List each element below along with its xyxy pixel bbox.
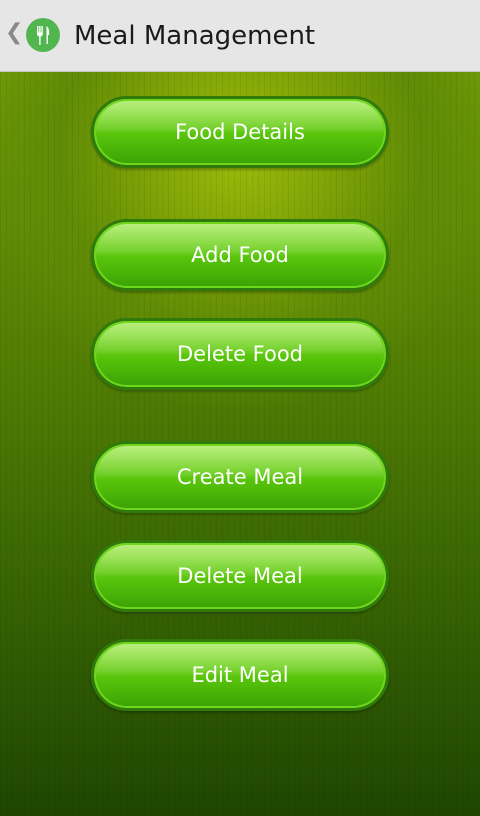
- create-meal-button[interactable]: Create Meal: [91, 441, 389, 513]
- cutlery-icon[interactable]: [26, 18, 60, 52]
- page-title: Meal Management: [74, 21, 316, 51]
- edit-meal-button[interactable]: Edit Meal: [91, 639, 389, 711]
- add-food-button[interactable]: Add Food: [91, 219, 389, 291]
- action-bar: ❮ Meal Management: [0, 0, 480, 72]
- delete-meal-button[interactable]: Delete Meal: [91, 540, 389, 612]
- food-details-button[interactable]: Food Details: [91, 96, 389, 168]
- delete-food-button[interactable]: Delete Food: [91, 318, 389, 390]
- main-content: Food Details Add Food Delete Food Create…: [0, 72, 480, 816]
- chevron-left-icon[interactable]: ❮: [5, 22, 23, 44]
